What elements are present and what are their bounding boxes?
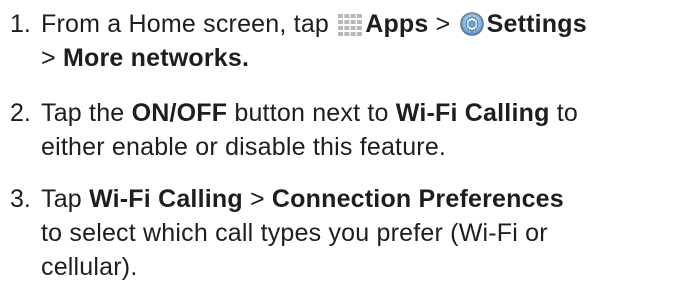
settings-gear-icon <box>459 11 484 45</box>
wifi-calling-label: Wi-Fi Calling <box>89 185 243 213</box>
onoff-label: ON/OFF <box>131 99 228 127</box>
text-fragment: button next to <box>227 99 396 127</box>
step-line: Tap the ON/OFF button next to Wi-Fi Call… <box>41 96 681 130</box>
step-number: 2. <box>10 99 31 127</box>
step-line: > More networks. <box>41 41 681 75</box>
settings-label: Settings <box>486 10 587 38</box>
step-line: From a Home screen, tap Apps > Settings <box>41 7 681 41</box>
apps-grid-icon <box>338 11 363 45</box>
step-number: 3. <box>10 185 31 213</box>
text-fragment: > <box>428 10 458 38</box>
text-fragment: Tap the <box>41 99 132 127</box>
step-text: Tap Wi-Fi Calling > Connection Preferenc… <box>41 182 681 284</box>
step-line: either enable or disable this feature. <box>41 133 447 161</box>
more-networks-label: More networks. <box>62 44 250 72</box>
step-line: to select which call types you prefer (W… <box>41 219 548 247</box>
text-fragment: > <box>242 185 272 213</box>
wifi-calling-label: Wi-Fi Calling <box>395 99 550 127</box>
text-fragment: > <box>41 44 63 72</box>
text-fragment: to <box>549 99 578 127</box>
step-line: Tap Wi-Fi Calling > Connection Preferenc… <box>41 182 681 216</box>
connection-preferences-label: Connection Preferences <box>271 185 564 213</box>
step-number: 1. <box>10 10 31 38</box>
text-fragment: Tap <box>41 185 90 213</box>
text-fragment: From a Home screen, tap <box>41 10 337 38</box>
step-text: Tap the ON/OFF button next to Wi-Fi Call… <box>41 96 681 164</box>
step-text: From a Home screen, tap Apps > Settings … <box>41 7 681 75</box>
step-line: cellular). <box>41 253 138 281</box>
apps-label: Apps <box>365 10 429 38</box>
